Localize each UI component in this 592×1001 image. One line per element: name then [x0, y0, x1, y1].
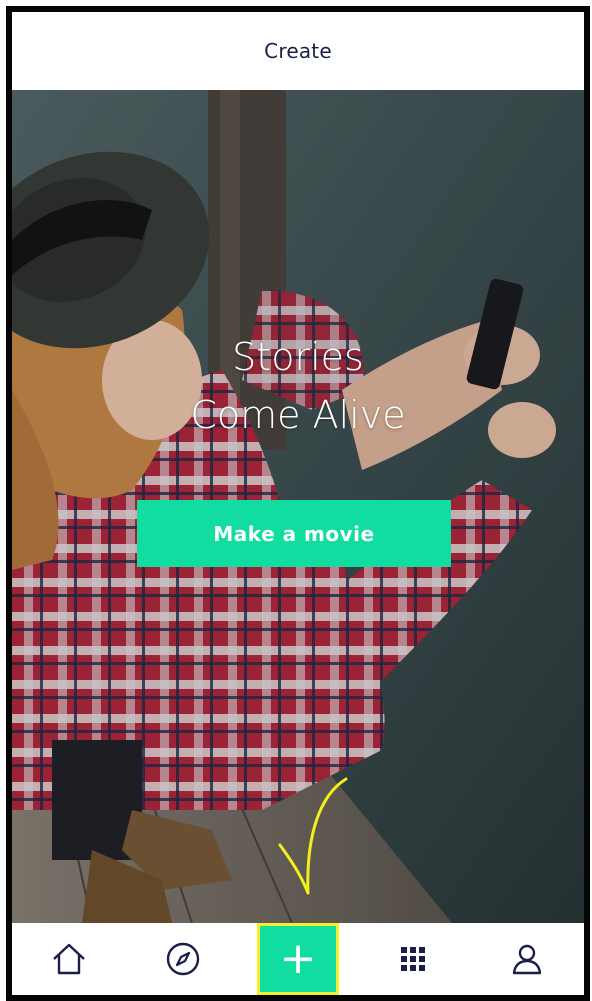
tab-create[interactable]: +	[257, 923, 339, 995]
header: Create	[12, 12, 584, 90]
make-a-movie-button[interactable]: Make a movie	[137, 500, 451, 567]
hero-section: Stories Come Alive Make a movie	[12, 90, 584, 923]
tab-explore[interactable]	[143, 923, 223, 995]
home-icon	[53, 943, 85, 975]
plus-icon: +	[279, 933, 317, 984]
profile-icon	[512, 944, 542, 975]
bottom-tab-bar: +	[12, 923, 584, 995]
tagline-line-2: Come Alive	[190, 393, 406, 437]
tab-home[interactable]	[29, 923, 109, 995]
tab-grid[interactable]	[373, 923, 453, 995]
annotation-arrow-icon	[278, 777, 348, 895]
tab-profile[interactable]	[487, 923, 567, 995]
compass-icon	[166, 942, 200, 976]
tagline-line-1: Stories	[232, 335, 364, 379]
phone-frame: Create Stories Come Alive Make a movie +	[6, 6, 590, 1001]
grid-icon	[401, 947, 425, 971]
page-title: Create	[264, 39, 332, 63]
hero-tagline: Stories Come Alive	[12, 328, 584, 444]
